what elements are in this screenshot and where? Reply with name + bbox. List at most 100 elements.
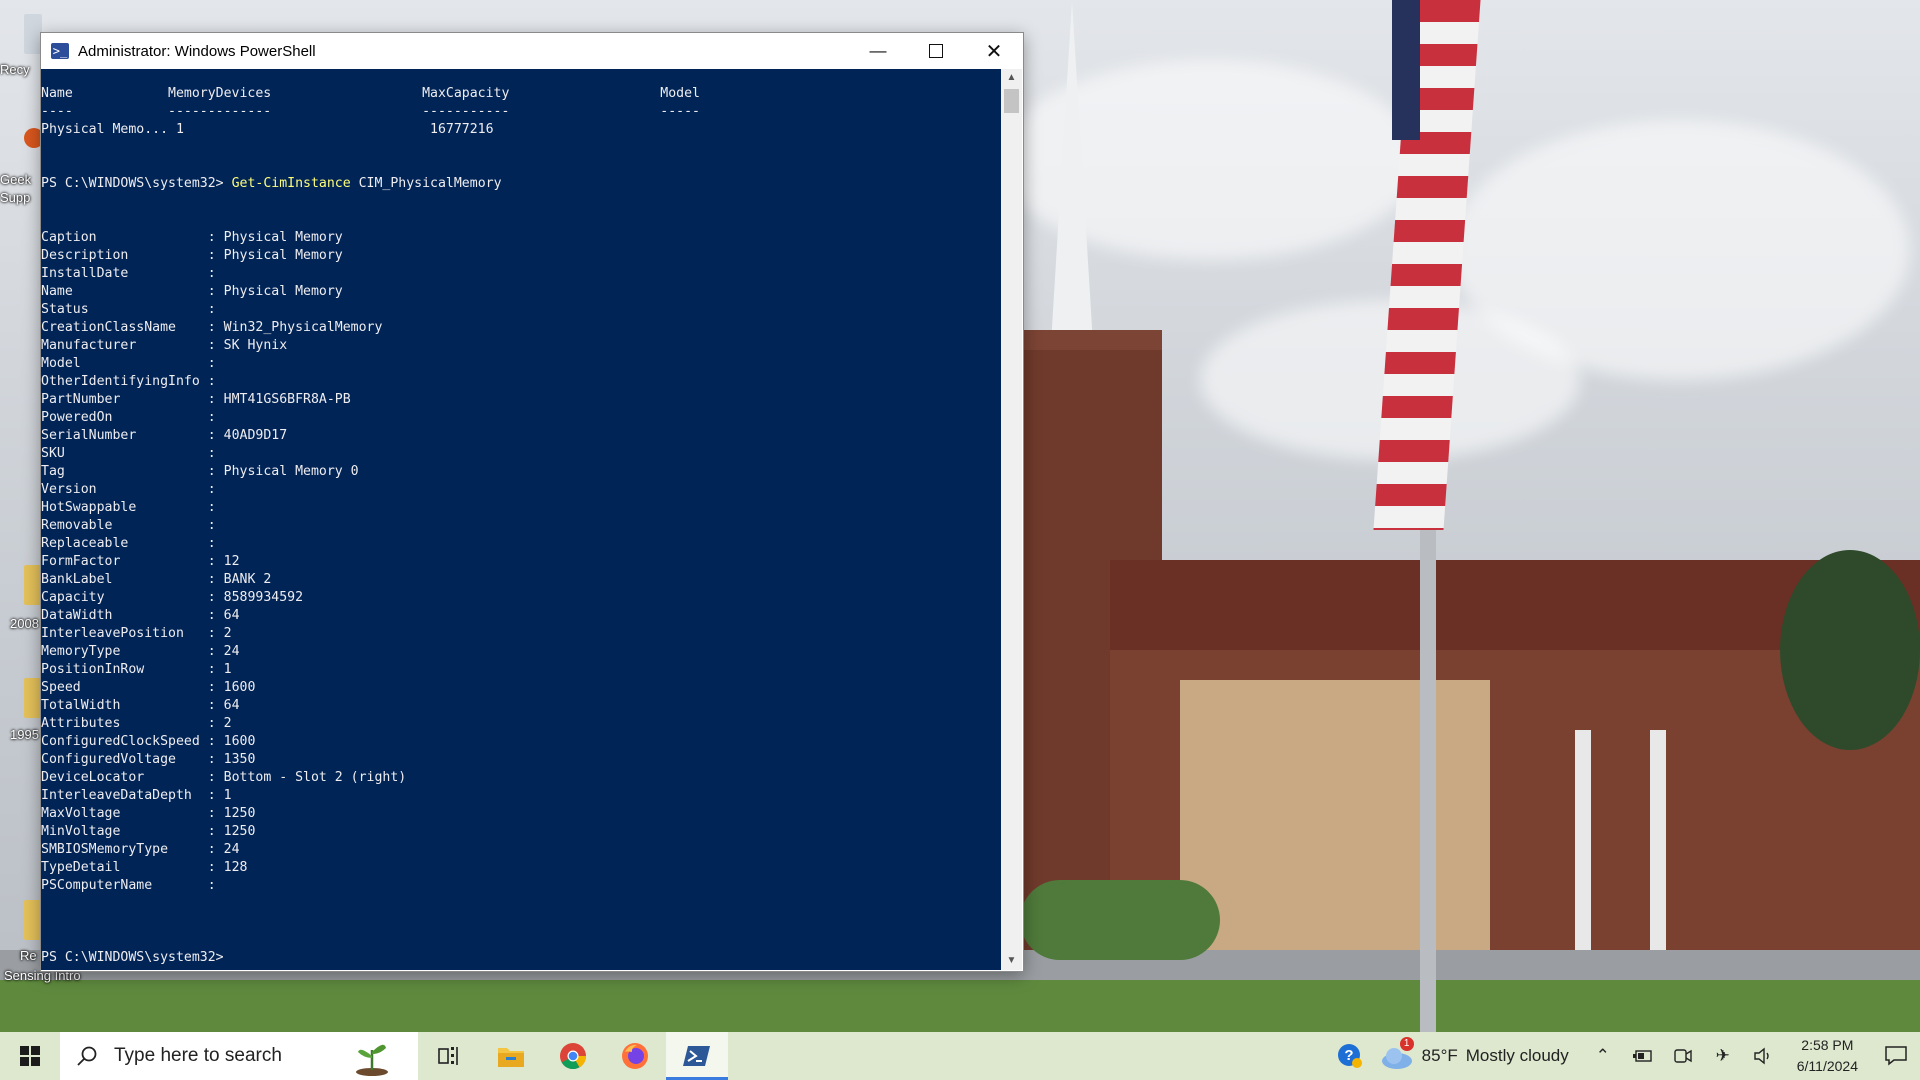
property-key: OtherIdentifyingInfo — [41, 374, 200, 389]
prompt: PS C:\WINDOWS\system32> — [41, 176, 232, 191]
property-line: OtherIdentifyingInfo : — [41, 373, 1001, 391]
property-line: SKU : — [41, 445, 1001, 463]
property-separator: : — [136, 338, 224, 353]
table-rule: ---- ------------- ----------- ----- — [41, 104, 700, 119]
vertical-scrollbar[interactable]: ▲ ▼ — [1001, 69, 1022, 970]
close-button[interactable]: ✕ — [965, 33, 1023, 69]
property-key: FormFactor — [41, 554, 121, 569]
property-value: 1350 — [223, 752, 256, 767]
powershell-icon: >_ — [51, 43, 69, 59]
property-separator: : — [112, 410, 224, 425]
property-line: Speed : 1600 — [41, 679, 1001, 697]
clock[interactable]: 2:58 PM 6/11/2024 — [1783, 1035, 1872, 1077]
property-line: Removable : — [41, 517, 1001, 535]
command-args: CIM_PhysicalMemory — [350, 176, 502, 191]
task-view-icon — [438, 1047, 458, 1065]
task-view-button[interactable] — [418, 1032, 480, 1080]
powershell-window[interactable]: >_ Administrator: Windows PowerShell — ✕… — [40, 32, 1024, 972]
property-line: FormFactor : 12 — [41, 553, 1001, 571]
battery-button[interactable] — [1623, 1032, 1663, 1080]
property-key: Version — [41, 482, 97, 497]
property-line: Model : — [41, 355, 1001, 373]
property-value: 1 — [223, 788, 232, 803]
meet-now-button[interactable] — [1663, 1032, 1703, 1080]
powershell-taskbar-button[interactable] — [666, 1032, 728, 1080]
start-button[interactable] — [0, 1032, 60, 1080]
scroll-down-icon[interactable]: ▼ — [1001, 952, 1022, 970]
chrome-icon — [560, 1043, 587, 1070]
property-value: 12 — [223, 554, 240, 569]
property-key: Removable — [41, 518, 113, 533]
property-separator: : — [128, 266, 224, 281]
scroll-thumb[interactable] — [1004, 89, 1019, 113]
minimize-button[interactable]: — — [849, 33, 907, 69]
windows-logo-icon — [20, 1046, 40, 1066]
firefox-button[interactable] — [604, 1032, 666, 1080]
desktop-label-geek[interactable]: Geek — [0, 172, 31, 187]
property-key: PSComputerName — [41, 878, 153, 893]
property-key: HotSwappable — [41, 500, 137, 515]
powershell-icon — [683, 1046, 710, 1066]
property-separator: : — [80, 680, 224, 695]
property-line: ConfiguredVoltage : 1350 — [41, 751, 1001, 769]
search-box[interactable]: Type here to search — [60, 1032, 418, 1080]
property-line: Tag : Physical Memory 0 — [41, 463, 1001, 481]
weather-widget[interactable]: 1 85°F Mostly cloudy — [1380, 1037, 1569, 1071]
property-value: 24 — [223, 842, 240, 857]
table-row: Physical Memo... 1 16777216 — [41, 122, 494, 137]
help-button[interactable]: ? — [1330, 1032, 1370, 1080]
property-key: MaxVoltage — [41, 806, 121, 821]
speaker-icon — [1754, 1047, 1769, 1065]
property-separator: : — [120, 806, 224, 821]
property-key: BankLabel — [41, 572, 113, 587]
seedling-icon — [356, 1044, 388, 1076]
property-key: PoweredOn — [41, 410, 113, 425]
notification-center-button[interactable] — [1872, 1032, 1920, 1080]
desktop-label-1995[interactable]: 1995 — [10, 727, 39, 742]
file-explorer-button[interactable] — [480, 1032, 542, 1080]
search-placeholder[interactable]: Type here to search — [114, 1045, 282, 1067]
chrome-button[interactable] — [542, 1032, 604, 1080]
property-line: PSComputerName : — [41, 877, 1001, 895]
property-key: MinVoltage — [41, 824, 121, 839]
property-key: Manufacturer — [41, 338, 137, 353]
console-output[interactable]: Name MemoryDevices MaxCapacity Model ---… — [41, 69, 1001, 970]
property-key: SMBIOSMemoryType — [41, 842, 169, 857]
property-value: Physical Memory — [223, 248, 343, 263]
airplane-icon: ✈ — [1715, 1046, 1730, 1065]
property-value: 40AD9D17 — [223, 428, 288, 443]
property-value: Win32_PhysicalMemory — [223, 320, 383, 335]
desktop-label-supp[interactable]: Supp — [0, 190, 30, 205]
volume-button[interactable] — [1743, 1032, 1783, 1080]
property-key: Description — [41, 248, 129, 263]
property-separator: : — [120, 644, 224, 659]
airplane-mode-button[interactable]: ✈ — [1703, 1032, 1743, 1080]
desktop-label-re[interactable]: Re — [20, 948, 37, 963]
system-tray: ? 1 85°F Mostly cloudy ⌃ ✈ 2:58 PM 6/11/… — [1330, 1032, 1920, 1080]
property-key: InterleaveDataDepth — [41, 788, 192, 803]
scroll-up-icon[interactable]: ▲ — [1001, 69, 1022, 87]
weather-description: Mostly cloudy — [1465, 1046, 1569, 1065]
battery-icon — [1632, 1050, 1652, 1062]
property-value: SK Hynix — [223, 338, 288, 353]
property-separator: : — [80, 356, 224, 371]
church-steeple — [1050, 0, 1094, 360]
property-value: 128 — [223, 860, 248, 875]
property-separator: : — [96, 482, 224, 497]
property-separator: : — [199, 734, 224, 749]
property-separator: : — [120, 698, 224, 713]
property-separator: : — [136, 500, 224, 515]
property-line: PartNumber : HMT41GS6BFR8A-PB — [41, 391, 1001, 409]
property-separator: : — [112, 518, 224, 533]
property-value: 1 — [223, 662, 232, 677]
property-value: 8589934592 — [223, 590, 304, 605]
desktop-label-2008[interactable]: 2008 — [10, 616, 39, 631]
firefox-icon — [622, 1043, 648, 1069]
show-hidden-icons-button[interactable]: ⌃ — [1583, 1032, 1623, 1080]
desktop-label-recycle[interactable]: Recy — [0, 62, 30, 77]
property-line: SMBIOSMemoryType : 24 — [41, 841, 1001, 859]
title-bar[interactable]: >_ Administrator: Windows PowerShell — ✕ — [41, 33, 1023, 69]
prompt-line[interactable]: PS C:\WINDOWS\system32> — [41, 949, 1001, 967]
property-key: Name — [41, 284, 73, 299]
maximize-button[interactable] — [907, 33, 965, 69]
